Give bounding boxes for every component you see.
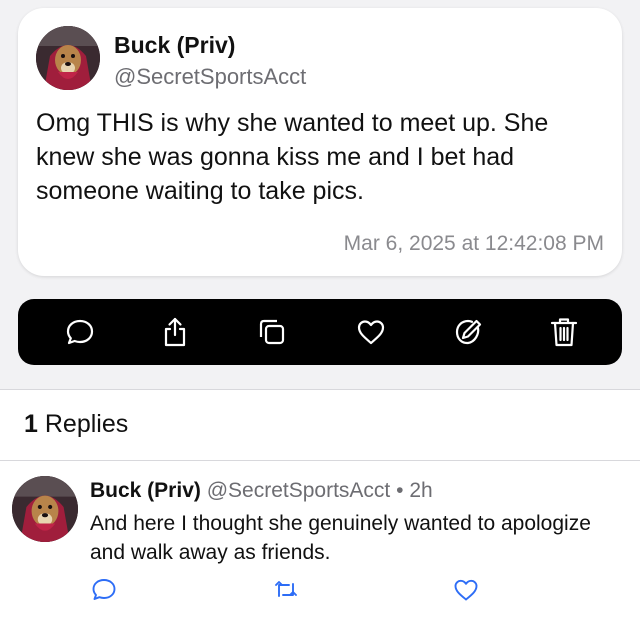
- reply-time: 2h: [409, 479, 433, 502]
- reply-body: And here I thought she genuinely wanted …: [90, 512, 591, 564]
- edit-icon[interactable]: [450, 314, 486, 350]
- post-body: Omg THIS is why she wanted to meet up. S…: [36, 109, 549, 205]
- replies-label: Replies: [44, 410, 129, 438]
- dog-avatar-image: [12, 476, 78, 542]
- like-icon[interactable]: [452, 576, 480, 604]
- reply-author-handle[interactable]: @SecretSportsAcct: [207, 479, 391, 502]
- like-icon[interactable]: [353, 314, 389, 350]
- reply-author-avatar[interactable]: [12, 476, 78, 542]
- replies-count: 1: [24, 410, 38, 438]
- author-avatar[interactable]: [36, 26, 100, 90]
- reply-meta: Buck (Priv) @SecretSportsAcct • 2h: [90, 479, 433, 503]
- reply-icon[interactable]: [90, 576, 118, 604]
- replies-header: 1 Replies: [24, 410, 128, 439]
- post-card: Buck (Priv) @SecretSportsAcct Omg THIS i…: [18, 8, 622, 276]
- author-handle[interactable]: @SecretSportsAcct: [114, 64, 306, 90]
- author-name[interactable]: Buck (Priv): [114, 32, 235, 59]
- dog-avatar-image: [36, 26, 100, 90]
- post-action-toolbar: [18, 299, 622, 365]
- delete-icon[interactable]: [546, 314, 582, 350]
- meta-separator-dot: •: [396, 479, 404, 502]
- post-area: Buck (Priv) @SecretSportsAcct Omg THIS i…: [0, 0, 640, 390]
- reply-icon[interactable]: [62, 314, 98, 350]
- share-icon[interactable]: [157, 314, 193, 350]
- replies-divider: [0, 460, 640, 461]
- reply-author-name[interactable]: Buck (Priv): [90, 479, 201, 502]
- repost-icon[interactable]: [272, 576, 300, 604]
- replies-section: 1 Replies Buck (Priv) @SecretSportsAcct …: [0, 390, 640, 620]
- post-timestamp: Mar 6, 2025 at 12:42:08 PM: [343, 232, 604, 255]
- copy-icon[interactable]: [254, 314, 290, 350]
